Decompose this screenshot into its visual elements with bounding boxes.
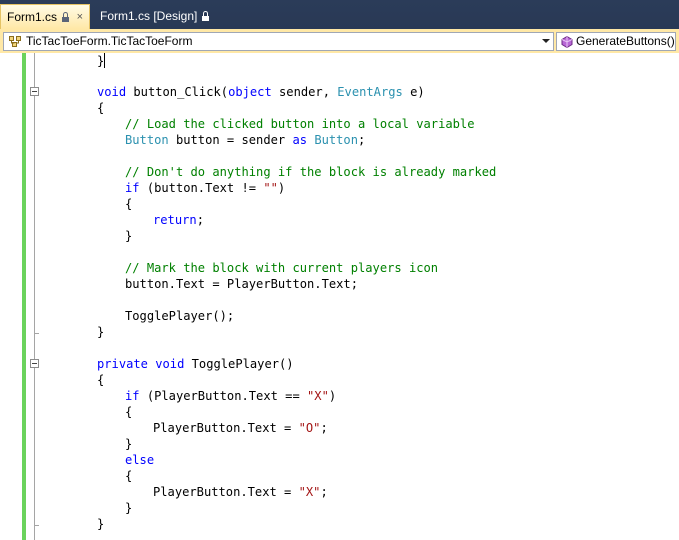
code-line: } [125,437,133,451]
code-line: } [97,517,105,531]
code-line: if (button.Text != "") [125,181,286,195]
code-line: Button button = sender as Button; [125,133,366,147]
method-icon [561,36,573,48]
text-caret [104,53,105,68]
outline-end [34,525,39,526]
code-line: { [97,373,105,387]
code-line: return; [153,213,204,227]
code-line: { [125,197,133,211]
tab-form1-cs[interactable]: Form1.cs × [0,4,90,29]
code-line: { [125,405,133,419]
code-line: { [97,101,105,115]
code-line: button.Text = PlayerButton.Text; [125,277,358,291]
code-line: PlayerButton.Text = "O"; [153,421,328,435]
lock-icon [202,11,210,21]
code-comment: // Mark the block with current players i… [125,261,439,275]
code-comment: // Load the clicked button into a local … [125,117,475,131]
navigation-bar: TicTacToeForm.TicTacToeForm GenerateButt… [0,31,679,53]
code-line: { [125,469,133,483]
code-line: if (PlayerButton.Text == "X") [125,389,337,403]
code-line: TogglePlayer(); [125,309,235,323]
code-line: else [125,453,155,467]
collapse-icon[interactable] [30,87,39,96]
outline-end [34,333,39,334]
code-line: } [97,325,105,339]
class-dropdown-value: TicTacToeForm.TicTacToeForm [26,34,193,48]
code-line: void button_Click(object sender, EventAr… [97,85,425,99]
lock-icon [62,12,70,22]
member-dropdown-value: GenerateButtons() [576,34,675,48]
close-icon[interactable]: × [77,5,83,29]
collapse-icon[interactable] [30,359,39,368]
chevron-down-icon[interactable] [542,39,550,43]
class-icon [9,36,21,47]
tab-label: Form1.cs [Design] [100,9,198,23]
change-tracking-bar [22,53,26,540]
indicator-margin [0,53,22,540]
tab-label: Form1.cs [7,10,58,24]
code-line: } [125,229,133,243]
document-tab-strip: Form1.cs × Form1.cs [Design] [0,0,679,29]
member-dropdown[interactable]: GenerateButtons() [556,32,676,51]
code-comment: // Don't do anything if the block is alr… [125,165,497,179]
code-line: PlayerButton.Text = "X"; [153,485,328,499]
code-line: private void TogglePlayer() [97,357,294,371]
outline-line [34,53,35,540]
tab-form1-design[interactable]: Form1.cs [Design] [94,4,214,29]
class-dropdown[interactable]: TicTacToeForm.TicTacToeForm [3,32,554,51]
code-line: } [125,501,133,515]
code-editor[interactable]: } void button_Click(object sender, Event… [0,53,679,540]
